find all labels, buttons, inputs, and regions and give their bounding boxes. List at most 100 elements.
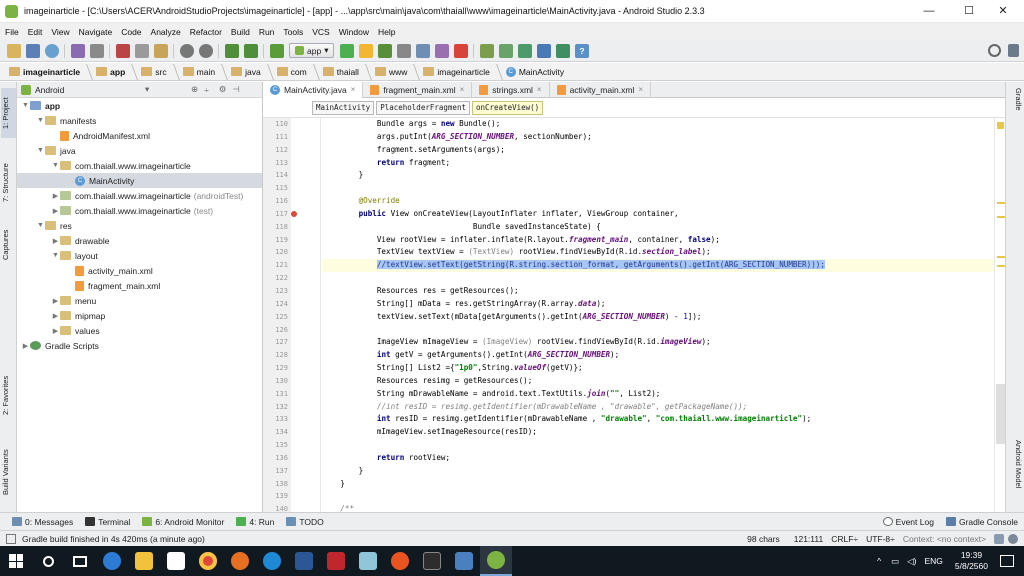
menu-run[interactable]: Run bbox=[259, 27, 275, 37]
forward-icon[interactable] bbox=[243, 43, 258, 58]
tree-item[interactable]: ▶ mipmap bbox=[17, 308, 262, 323]
paste-icon[interactable] bbox=[153, 43, 168, 58]
menu-edit[interactable]: Edit bbox=[28, 27, 43, 37]
override-marker-icon[interactable] bbox=[291, 211, 297, 217]
line-separator[interactable]: CRLF÷ bbox=[831, 534, 858, 544]
search-everywhere-icon[interactable] bbox=[988, 44, 1001, 57]
expand-arrow-icon[interactable]: ▼ bbox=[21, 102, 30, 109]
menu-view[interactable]: View bbox=[51, 27, 69, 37]
tray-expand-icon[interactable]: ^ bbox=[877, 556, 881, 566]
project-structure-icon[interactable] bbox=[536, 43, 551, 58]
editor-tab-activity-main[interactable]: activity_main.xml × bbox=[550, 81, 651, 98]
close-tab-icon[interactable]: × bbox=[537, 85, 542, 94]
tree-item[interactable]: ▼ layout bbox=[17, 248, 262, 263]
chrome-icon[interactable] bbox=[192, 546, 224, 576]
tree-item[interactable]: ▼ manifests bbox=[17, 113, 262, 128]
tree-item[interactable]: ▶ Gradle Scripts bbox=[17, 338, 262, 353]
expand-arrow-icon[interactable]: ▶ bbox=[51, 237, 60, 245]
tool-tab-build-variants[interactable]: Build Variants bbox=[1, 438, 16, 506]
editor-tab-fragment-main[interactable]: fragment_main.xml × bbox=[363, 81, 473, 98]
ie-icon[interactable] bbox=[256, 546, 288, 576]
attach-icon[interactable] bbox=[396, 43, 411, 58]
word-icon[interactable] bbox=[288, 546, 320, 576]
crumb-www[interactable]: www bbox=[371, 67, 411, 77]
crumb-package[interactable]: imageinarticle bbox=[419, 67, 493, 77]
scroll-from-source-icon[interactable]: ⊕ bbox=[191, 84, 198, 95]
crumb-project[interactable]: imageinarticle bbox=[5, 67, 84, 77]
gear-icon[interactable]: ⚙ bbox=[219, 84, 227, 95]
crumb-app[interactable]: app bbox=[92, 67, 129, 77]
back-icon[interactable] bbox=[224, 43, 239, 58]
menu-analyze[interactable]: Analyze bbox=[151, 27, 181, 37]
debug-icon[interactable] bbox=[377, 43, 392, 58]
crumb-class[interactable]: C MainActivity bbox=[502, 66, 568, 77]
event-icon[interactable] bbox=[1008, 44, 1019, 57]
lock-icon[interactable] bbox=[994, 533, 1004, 544]
menu-tools[interactable]: Tools bbox=[283, 27, 303, 37]
tool-tab-run[interactable]: 4: Run bbox=[236, 517, 274, 527]
file-explorer-icon[interactable] bbox=[128, 546, 160, 576]
save-all-icon[interactable] bbox=[25, 43, 40, 58]
file-encoding[interactable]: UTF-8÷ bbox=[866, 534, 895, 544]
expand-arrow-icon[interactable]: ▶ bbox=[51, 312, 60, 320]
editor-tab-mainactivity[interactable]: C MainActivity.java × bbox=[263, 81, 364, 98]
crumb-main[interactable]: main bbox=[179, 67, 219, 77]
close-button[interactable]: ✕ bbox=[980, 0, 1024, 23]
cut-icon[interactable] bbox=[115, 43, 130, 58]
tree-item[interactable]: activity_main.xml bbox=[17, 263, 262, 278]
tool-tab-gradle[interactable]: Gradle bbox=[1008, 88, 1023, 128]
hide-panel-icon[interactable]: ⊣ bbox=[232, 84, 239, 95]
android-studio-icon[interactable] bbox=[480, 546, 512, 576]
crumb-com[interactable]: com bbox=[273, 67, 311, 77]
tool-tab-structure[interactable]: 7: Structure bbox=[1, 154, 16, 212]
tree-item[interactable]: ▼ com.thaiall.www.imageinarticle bbox=[17, 158, 262, 173]
menu-navigate[interactable]: Navigate bbox=[79, 27, 113, 37]
expand-arrow-icon[interactable]: ▶ bbox=[51, 297, 60, 305]
tool-tab-messages[interactable]: 0: Messages bbox=[12, 517, 73, 527]
input-language[interactable]: ENG bbox=[924, 556, 942, 566]
expand-arrow-icon[interactable]: ▶ bbox=[51, 207, 60, 215]
crumb-java[interactable]: java bbox=[227, 67, 265, 77]
tree-item[interactable]: C MainActivity bbox=[17, 173, 262, 188]
crumb-thaiall[interactable]: thaiall bbox=[319, 67, 363, 77]
firefox-icon[interactable] bbox=[224, 546, 256, 576]
menu-code[interactable]: Code bbox=[121, 27, 141, 37]
tree-item[interactable]: ▼ app bbox=[17, 98, 262, 113]
tree-item[interactable]: ▶ com.thaiall.www.imageinarticle (test) bbox=[17, 203, 262, 218]
sync-icon[interactable] bbox=[44, 43, 59, 58]
warning-mark[interactable] bbox=[997, 256, 1005, 258]
tree-item[interactable]: ▼ res bbox=[17, 218, 262, 233]
expand-arrow-icon[interactable]: ▶ bbox=[51, 192, 60, 200]
warning-mark[interactable] bbox=[997, 216, 1005, 218]
warning-status-icon[interactable] bbox=[997, 122, 1004, 129]
start-button[interactable] bbox=[0, 546, 32, 576]
tree-item[interactable]: ▶ menu bbox=[17, 293, 262, 308]
notepad-icon[interactable] bbox=[352, 546, 384, 576]
struct-crumb-fragment[interactable]: PlaceholderFragment bbox=[376, 100, 470, 115]
open-icon[interactable] bbox=[6, 43, 21, 58]
action-center-icon[interactable] bbox=[1000, 555, 1014, 567]
sdk-icon[interactable] bbox=[498, 43, 513, 58]
code-editor[interactable]: Bundle args = new Bundle(); args.putInt(… bbox=[322, 118, 994, 513]
editor-scrollbar[interactable] bbox=[996, 384, 1005, 444]
search-icon[interactable] bbox=[32, 546, 64, 576]
ubuntu-icon[interactable] bbox=[384, 546, 416, 576]
tool-tab-event-log[interactable]: Event Log bbox=[882, 517, 934, 527]
avd-icon[interactable] bbox=[479, 43, 494, 58]
expand-arrow-icon[interactable]: ▼ bbox=[36, 117, 45, 124]
stop-icon[interactable] bbox=[453, 43, 468, 58]
tree-item[interactable]: ▶ drawable bbox=[17, 233, 262, 248]
run-config-select[interactable]: app ▾ bbox=[289, 43, 335, 58]
find-icon[interactable] bbox=[179, 43, 194, 58]
tool-tab-android-model[interactable]: Android Model bbox=[1008, 440, 1023, 510]
task-view-icon[interactable] bbox=[64, 546, 96, 576]
device-monitor-icon[interactable] bbox=[555, 43, 570, 58]
tool-tab-captures[interactable]: Captures bbox=[1, 222, 16, 268]
expand-arrow-icon[interactable]: ▼ bbox=[36, 147, 45, 154]
coverage-icon[interactable] bbox=[434, 43, 449, 58]
expand-arrow-icon[interactable]: ▶ bbox=[21, 342, 30, 350]
tree-item[interactable]: AndroidManifest.xml bbox=[17, 128, 262, 143]
help-icon[interactable]: ? bbox=[574, 43, 589, 58]
close-tab-icon[interactable]: × bbox=[460, 85, 465, 94]
virtualbox-icon[interactable] bbox=[448, 546, 480, 576]
